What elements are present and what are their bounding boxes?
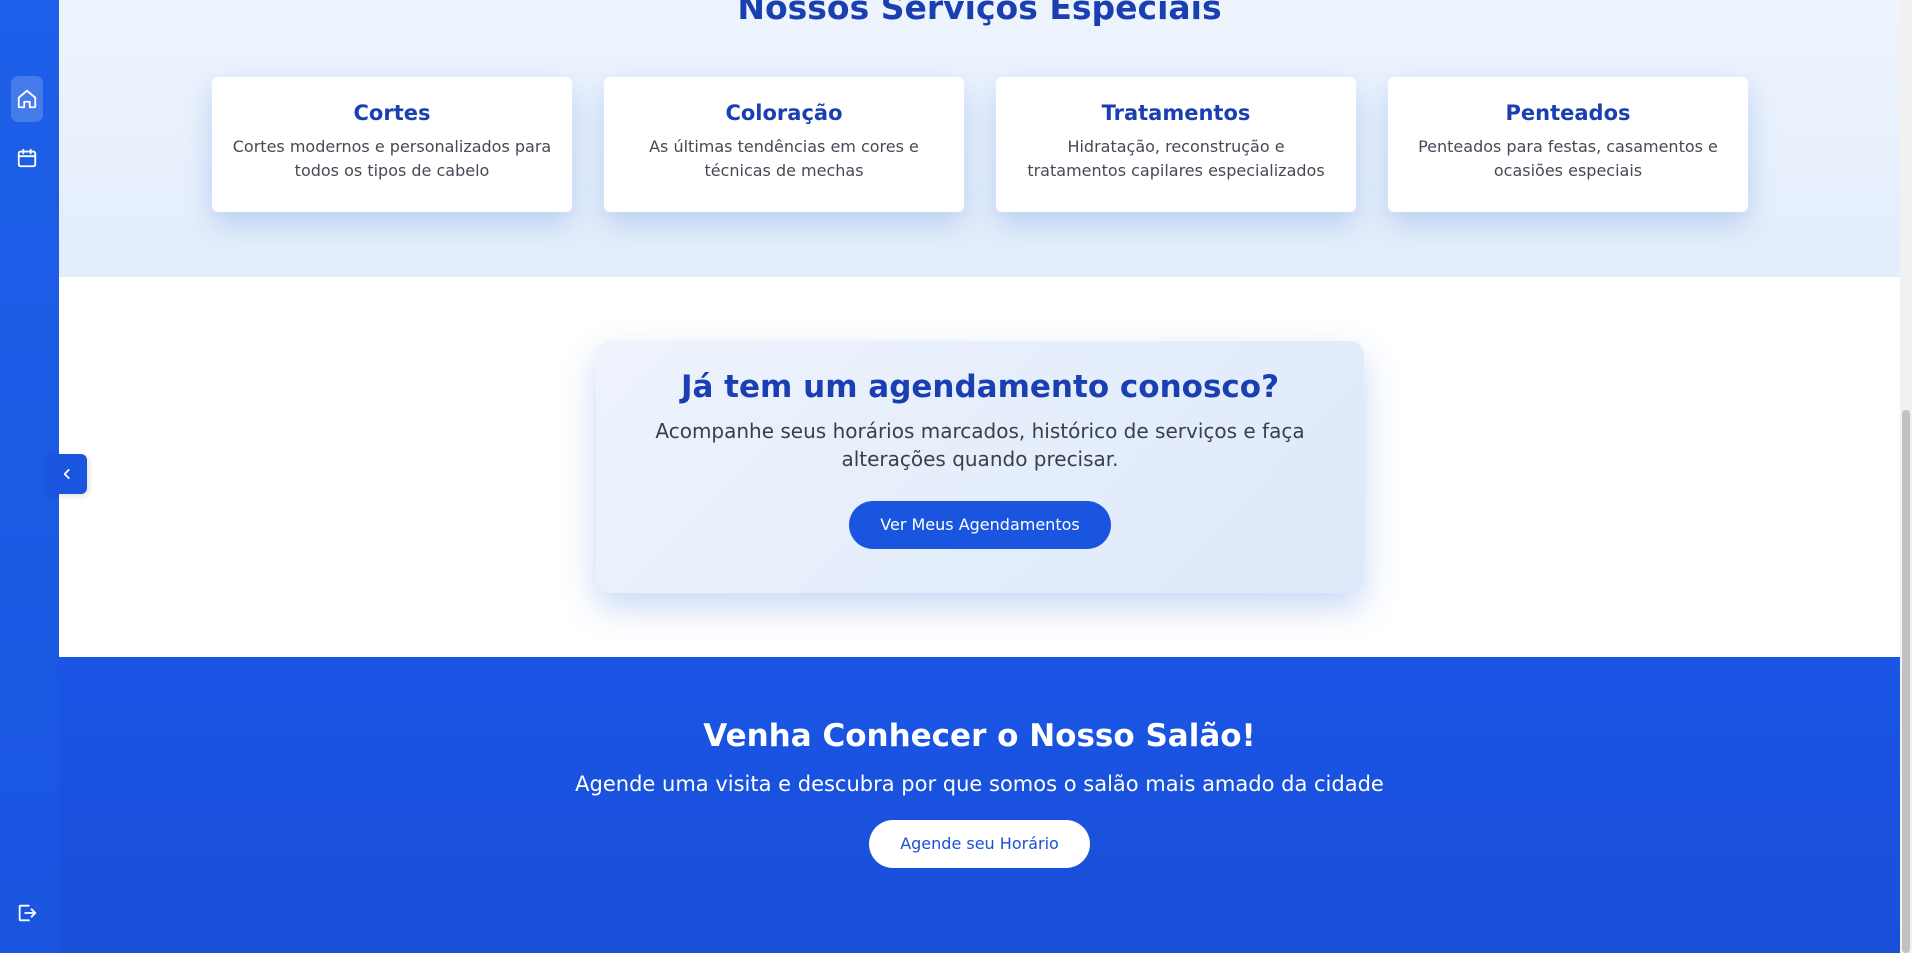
- service-card-title: Coloração: [725, 101, 843, 125]
- appointment-cta-text: Acompanhe seus horários marcados, histór…: [655, 419, 1305, 471]
- service-card-description: Cortes modernos e personalizados para to…: [232, 137, 552, 180]
- logout-button[interactable]: [11, 890, 43, 936]
- home-icon: [17, 89, 37, 109]
- view-appointments-button[interactable]: Ver Meus Agendamentos: [849, 501, 1111, 549]
- logout-icon: [18, 904, 37, 922]
- sidebar-item-appointments[interactable]: [11, 135, 43, 181]
- services-section: Nossos Serviços Especiais Cortes Cortes …: [59, 0, 1900, 277]
- service-card-description: As últimas tendências em cores e técnica…: [649, 137, 919, 180]
- service-card-description: Penteados para festas, casamentos e ocas…: [1418, 137, 1718, 180]
- sidebar-collapse-button[interactable]: [47, 454, 87, 494]
- calendar-icon: [17, 148, 37, 168]
- visit-title: Venha Conhecer o Nosso Salão!: [703, 718, 1256, 754]
- service-card-cortes: Cortes Cortes modernos e personalizados …: [212, 77, 572, 212]
- scrollbar[interactable]: [1900, 0, 1912, 953]
- chevron-left-icon: [63, 469, 70, 479]
- service-card-coloracao: Coloração As últimas tendências em cores…: [604, 77, 964, 212]
- service-card-title: Cortes: [353, 101, 431, 125]
- main-content: Nossos Serviços Especiais Cortes Cortes …: [59, 0, 1900, 953]
- visit-text: Agende uma visita e descubra por que som…: [575, 772, 1384, 796]
- services-title: Nossos Serviços Especiais: [737, 0, 1222, 27]
- service-card-penteados: Penteados Penteados para festas, casamen…: [1388, 77, 1748, 212]
- appointment-cta-card: Já tem um agendamento conosco? Acompanhe…: [596, 341, 1364, 593]
- service-card-tratamentos: Tratamentos Hidratação, reconstrução e t…: [996, 77, 1356, 212]
- service-card-title: Penteados: [1505, 101, 1631, 125]
- service-card-description: Hidratação, reconstrução e tratamentos c…: [1027, 137, 1325, 180]
- scrollbar-thumb[interactable]: [1902, 410, 1910, 953]
- schedule-button[interactable]: Agende seu Horário: [869, 820, 1090, 868]
- service-card-title: Tratamentos: [1101, 101, 1251, 125]
- appointment-cta-title: Já tem um agendamento conosco?: [680, 369, 1280, 405]
- sidebar-item-home[interactable]: [11, 76, 43, 122]
- appointment-cta-section: Já tem um agendamento conosco? Acompanhe…: [59, 277, 1900, 657]
- visit-section: Venha Conhecer o Nosso Salão! Agende uma…: [59, 657, 1900, 953]
